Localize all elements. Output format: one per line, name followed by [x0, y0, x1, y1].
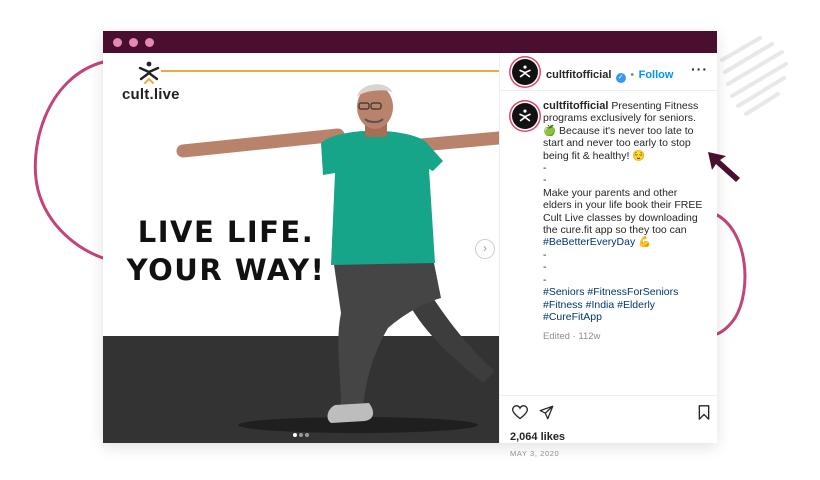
hashtag-line[interactable]: #CureFitApp	[543, 311, 708, 323]
page-dot-2	[299, 433, 303, 437]
header-meta: cultfitofficial ✓ • Follow	[546, 65, 673, 83]
header-username[interactable]: cultfitofficial	[546, 69, 611, 81]
caption-emoji: 💪	[638, 236, 652, 249]
avatar[interactable]	[512, 59, 538, 85]
bookmark-icon[interactable]	[698, 405, 710, 420]
window-maximize-dot[interactable]	[145, 38, 154, 47]
page-dot-3	[305, 433, 309, 437]
post-image[interactable]: cult.live LIVE LIFE. YOUR WAY! ›	[103, 53, 499, 443]
page-dot-1	[293, 433, 297, 437]
caption-avatar[interactable]	[512, 103, 538, 129]
send-icon[interactable]	[539, 405, 554, 420]
caption-paragraph-1: cultfitofficial Presenting Fitness progr…	[543, 100, 708, 162]
cult-logo-icon	[519, 65, 531, 78]
post-date: MAY 3, 2020	[510, 449, 560, 458]
caption-paragraph-2: Make your parents and other elders in yo…	[543, 187, 708, 249]
caption-dash: -	[543, 162, 547, 175]
hashtag-line[interactable]: #Fitness #India #Elderly	[543, 299, 708, 311]
caption-dash: -	[543, 261, 547, 274]
post-header: cultfitofficial ✓ • Follow ···	[500, 53, 718, 91]
caption-text-2: Make your parents and other elders in yo…	[543, 186, 703, 237]
arrow-pointer-icon	[708, 152, 740, 182]
more-options-icon[interactable]: ···	[691, 61, 708, 77]
actions-divider	[500, 395, 718, 396]
hashtag-line[interactable]: #Seniors #FitnessForSeniors	[543, 286, 708, 298]
carousel-page-indicator	[293, 433, 311, 439]
post-caption: cultfitofficial Presenting Fitness progr…	[543, 100, 708, 344]
headline: LIVE LIFE. YOUR WAY!	[121, 213, 331, 289]
window-titlebar	[103, 31, 717, 53]
post-sidebar: cultfitofficial ✓ • Follow ··· cultfitof…	[499, 53, 718, 458]
caption-dash: -	[543, 248, 547, 261]
chevron-right-icon[interactable]: ›	[475, 239, 495, 259]
likes-count[interactable]: 2,064 likes	[510, 431, 565, 443]
heart-icon[interactable]	[512, 405, 528, 420]
headline-line-2: YOUR WAY!	[126, 253, 326, 287]
separator: •	[630, 69, 635, 81]
cult-logo-icon	[519, 109, 531, 122]
follow-button[interactable]: Follow	[639, 69, 674, 81]
caption-dash: -	[543, 273, 547, 286]
window-minimize-dot[interactable]	[129, 38, 138, 47]
headline-line-1: LIVE LIFE.	[137, 215, 315, 249]
caption-dash: -	[543, 174, 547, 187]
edited-timestamp: Edited · 112w	[543, 331, 601, 343]
browser-window: cult.live LIVE LIFE. YOUR WAY! › cultfit…	[103, 31, 718, 458]
verified-badge-icon: ✓	[615, 73, 626, 83]
window-close-dot[interactable]	[113, 38, 122, 47]
hashtag-link[interactable]: #BeBetterEveryDay	[543, 236, 635, 248]
caption-username[interactable]: cultfitofficial	[543, 100, 608, 112]
